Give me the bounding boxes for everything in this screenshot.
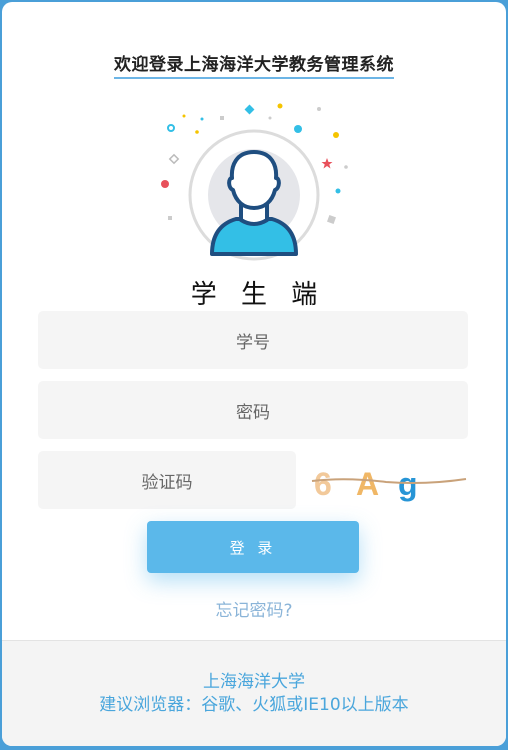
confetti-dot <box>161 180 169 188</box>
password-placeholder: 密码 <box>236 402 270 423</box>
confetti-dot <box>200 117 204 121</box>
confetti-dot <box>195 130 199 134</box>
password-field[interactable]: 密码 <box>38 381 468 439</box>
confetti-diamond <box>168 153 180 165</box>
forgot-password-link[interactable]: 忘记密码? <box>2 596 506 621</box>
avatar-head <box>227 150 281 210</box>
confetti-diamond <box>244 104 255 115</box>
captcha-char: 6 <box>314 466 332 502</box>
confetti-dot <box>294 125 302 133</box>
captcha-noise-line <box>311 478 467 484</box>
footer-browser-tip: 建议浏览器：谷歌、火狐或IE10以上版本 <box>99 695 409 715</box>
confetti-square <box>168 216 172 220</box>
confetti-star <box>321 158 333 169</box>
confetti-dot <box>182 114 186 118</box>
login-button[interactable]: 登 录 <box>147 521 359 573</box>
confetti-square <box>220 116 224 120</box>
student-id-field[interactable]: 学号 <box>38 311 468 369</box>
page-title: 欢迎登录上海海洋大学教务管理系统 <box>114 50 394 79</box>
student-id-placeholder: 学号 <box>236 332 270 353</box>
avatar-illustration <box>152 94 356 270</box>
title-wrap: 欢迎登录上海海洋大学教务管理系统 <box>2 50 506 79</box>
confetti-dot <box>335 188 341 194</box>
confetti-dot <box>268 116 272 120</box>
user-avatar-icon <box>161 103 348 261</box>
confetti-dot <box>333 132 339 138</box>
confetti-dot <box>317 107 321 111</box>
confetti-ring <box>167 124 175 132</box>
footer-school: 上海海洋大学 <box>203 672 305 692</box>
role-label: 学 生 端 <box>190 280 326 310</box>
captcha-char: g <box>398 466 418 502</box>
confetti-square <box>327 215 336 224</box>
captcha-image[interactable]: 6 A g <box>306 457 470 505</box>
captcha-char: A <box>356 466 379 502</box>
login-card: 欢迎登录上海海洋大学教务管理系统 学 生 端 学号 密码 验证码 6 A g 登… <box>2 2 506 746</box>
confetti-dot <box>344 165 348 169</box>
captcha-placeholder: 验证码 <box>141 472 193 493</box>
footer: 上海海洋大学 建议浏览器：谷歌、火狐或IE10以上版本 <box>2 640 506 746</box>
captcha-graphic: 6 A g <box>311 466 467 502</box>
confetti-dot <box>277 103 283 109</box>
captcha-field[interactable]: 验证码 <box>38 451 296 509</box>
